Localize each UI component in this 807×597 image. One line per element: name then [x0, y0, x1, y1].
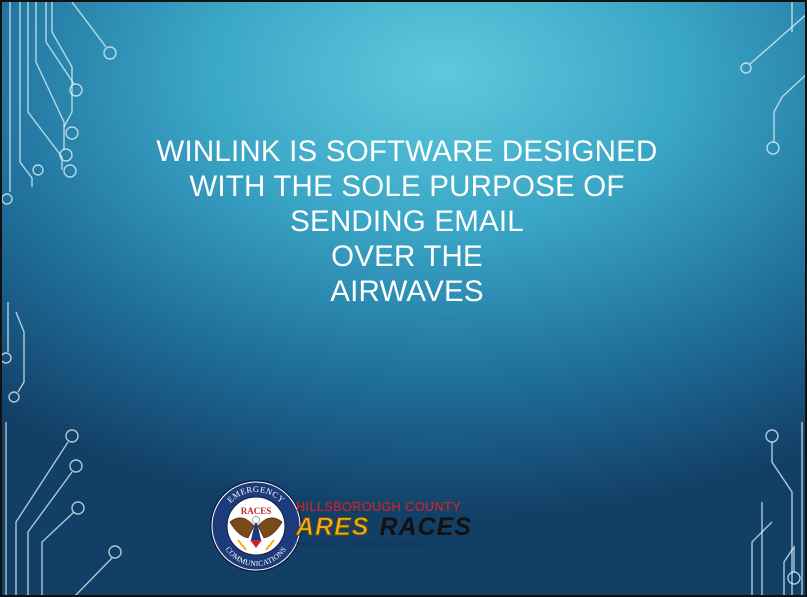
title-line-5: AIRWAVES	[330, 275, 484, 308]
slide-title: WINLINK IS SOFTWARE DESIGNED WITH THE SO…	[112, 134, 702, 309]
races-seal-icon: EMERGENCY COMMUNICATIONS RACES	[210, 480, 302, 572]
logo-wordmark: ARES RACES	[295, 513, 472, 541]
races-wordmark: RACES	[379, 513, 472, 541]
ares-races-logo: EMERGENCY COMMUNICATIONS RACES HILLSBORO…	[208, 478, 568, 595]
seal-center-text: RACES	[241, 506, 272, 516]
ares-wordmark: ARES	[295, 513, 370, 541]
title-line-2: WITH THE SOLE PURPOSE OF	[189, 170, 625, 203]
title-line-3: SENDING EMAIL	[290, 205, 524, 238]
county-name: HILLSBOROUGH COUNTY	[296, 500, 462, 514]
emergency-communications-subtitle: EMERGENCY COMMUNICATIONS	[296, 540, 423, 549]
title-line-1: WINLINK IS SOFTWARE DESIGNED	[156, 135, 658, 168]
logo-text-block: HILLSBOROUGH COUNTY ARES RACES EMERGENCY …	[295, 500, 472, 550]
slide: WINLINK IS SOFTWARE DESIGNED WITH THE SO…	[0, 0, 807, 597]
title-line-4: OVER THE	[331, 240, 483, 273]
